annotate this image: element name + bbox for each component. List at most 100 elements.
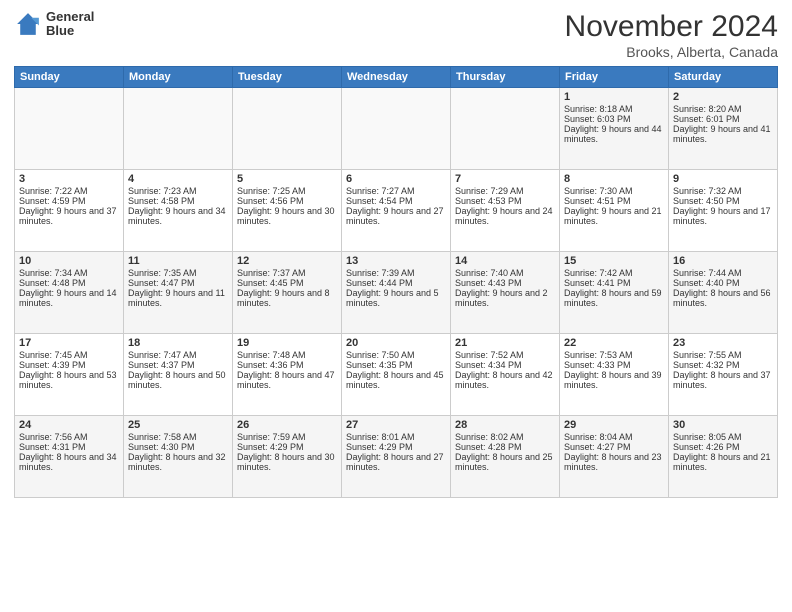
- sunset-text: Sunset: 4:29 PM: [346, 442, 446, 452]
- sunrise-text: Sunrise: 7:58 AM: [128, 432, 228, 442]
- calendar-cell: [451, 88, 560, 170]
- day-number: 25: [128, 419, 228, 431]
- calendar-cell: 12Sunrise: 7:37 AMSunset: 4:45 PMDayligh…: [233, 252, 342, 334]
- day-number: 19: [237, 337, 337, 349]
- sunrise-text: Sunrise: 7:45 AM: [19, 350, 119, 360]
- sunset-text: Sunset: 4:33 PM: [564, 360, 664, 370]
- calendar-cell: 3Sunrise: 7:22 AMSunset: 4:59 PMDaylight…: [15, 170, 124, 252]
- daylight-text: Daylight: 8 hours and 39 minutes.: [564, 370, 664, 390]
- sunrise-text: Sunrise: 7:44 AM: [673, 268, 773, 278]
- day-number: 24: [19, 419, 119, 431]
- sunset-text: Sunset: 4:44 PM: [346, 278, 446, 288]
- calendar-cell: 27Sunrise: 8:01 AMSunset: 4:29 PMDayligh…: [342, 416, 451, 498]
- calendar-cell: 22Sunrise: 7:53 AMSunset: 4:33 PMDayligh…: [560, 334, 669, 416]
- sunset-text: Sunset: 6:01 PM: [673, 114, 773, 124]
- sunrise-text: Sunrise: 7:59 AM: [237, 432, 337, 442]
- sunset-text: Sunset: 4:41 PM: [564, 278, 664, 288]
- day-number: 8: [564, 173, 664, 185]
- sunrise-text: Sunrise: 7:30 AM: [564, 186, 664, 196]
- sunrise-text: Sunrise: 7:50 AM: [346, 350, 446, 360]
- location: Brooks, Alberta, Canada: [565, 44, 778, 60]
- calendar-cell: [124, 88, 233, 170]
- calendar-cell: 10Sunrise: 7:34 AMSunset: 4:48 PMDayligh…: [15, 252, 124, 334]
- calendar-cell: 14Sunrise: 7:40 AMSunset: 4:43 PMDayligh…: [451, 252, 560, 334]
- day-number: 11: [128, 255, 228, 267]
- daylight-text: Daylight: 9 hours and 11 minutes.: [128, 288, 228, 308]
- sunrise-text: Sunrise: 7:34 AM: [19, 268, 119, 278]
- daylight-text: Daylight: 8 hours and 32 minutes.: [128, 452, 228, 472]
- daylight-text: Daylight: 8 hours and 53 minutes.: [19, 370, 119, 390]
- logo-line2: Blue: [46, 24, 94, 38]
- calendar-cell: 9Sunrise: 7:32 AMSunset: 4:50 PMDaylight…: [669, 170, 778, 252]
- sunset-text: Sunset: 4:58 PM: [128, 196, 228, 206]
- sunrise-text: Sunrise: 7:39 AM: [346, 268, 446, 278]
- sunset-text: Sunset: 4:50 PM: [673, 196, 773, 206]
- sunrise-text: Sunrise: 7:23 AM: [128, 186, 228, 196]
- day-header-tuesday: Tuesday: [233, 67, 342, 88]
- sunrise-text: Sunrise: 7:32 AM: [673, 186, 773, 196]
- daylight-text: Daylight: 8 hours and 30 minutes.: [237, 452, 337, 472]
- sunrise-text: Sunrise: 7:22 AM: [19, 186, 119, 196]
- day-number: 18: [128, 337, 228, 349]
- daylight-text: Daylight: 8 hours and 27 minutes.: [346, 452, 446, 472]
- daylight-text: Daylight: 8 hours and 21 minutes.: [673, 452, 773, 472]
- day-number: 28: [455, 419, 555, 431]
- daylight-text: Daylight: 9 hours and 30 minutes.: [237, 206, 337, 226]
- daylight-text: Daylight: 9 hours and 5 minutes.: [346, 288, 446, 308]
- sunrise-text: Sunrise: 8:01 AM: [346, 432, 446, 442]
- daylight-text: Daylight: 9 hours and 17 minutes.: [673, 206, 773, 226]
- daylight-text: Daylight: 9 hours and 27 minutes.: [346, 206, 446, 226]
- day-number: 26: [237, 419, 337, 431]
- calendar-cell: 2Sunrise: 8:20 AMSunset: 6:01 PMDaylight…: [669, 88, 778, 170]
- calendar-cell: 29Sunrise: 8:04 AMSunset: 4:27 PMDayligh…: [560, 416, 669, 498]
- sunrise-text: Sunrise: 8:20 AM: [673, 104, 773, 114]
- calendar-cell: 13Sunrise: 7:39 AMSunset: 4:44 PMDayligh…: [342, 252, 451, 334]
- week-row-3: 10Sunrise: 7:34 AMSunset: 4:48 PMDayligh…: [15, 252, 778, 334]
- calendar-cell: 1Sunrise: 8:18 AMSunset: 6:03 PMDaylight…: [560, 88, 669, 170]
- day-number: 17: [19, 337, 119, 349]
- logo-line1: General: [46, 10, 94, 24]
- day-number: 1: [564, 91, 664, 103]
- day-number: 10: [19, 255, 119, 267]
- calendar-cell: [15, 88, 124, 170]
- sunrise-text: Sunrise: 8:02 AM: [455, 432, 555, 442]
- calendar-cell: 4Sunrise: 7:23 AMSunset: 4:58 PMDaylight…: [124, 170, 233, 252]
- daylight-text: Daylight: 8 hours and 50 minutes.: [128, 370, 228, 390]
- day-number: 6: [346, 173, 446, 185]
- calendar-cell: [342, 88, 451, 170]
- day-header-sunday: Sunday: [15, 67, 124, 88]
- daylight-text: Daylight: 8 hours and 34 minutes.: [19, 452, 119, 472]
- daylight-text: Daylight: 9 hours and 14 minutes.: [19, 288, 119, 308]
- calendar-header-row: SundayMondayTuesdayWednesdayThursdayFrid…: [15, 67, 778, 88]
- sunset-text: Sunset: 4:39 PM: [19, 360, 119, 370]
- daylight-text: Daylight: 8 hours and 47 minutes.: [237, 370, 337, 390]
- day-number: 23: [673, 337, 773, 349]
- sunset-text: Sunset: 4:56 PM: [237, 196, 337, 206]
- week-row-4: 17Sunrise: 7:45 AMSunset: 4:39 PMDayligh…: [15, 334, 778, 416]
- title-block: November 2024 Brooks, Alberta, Canada: [565, 10, 778, 60]
- logo-text: General Blue: [46, 10, 94, 39]
- calendar-cell: 20Sunrise: 7:50 AMSunset: 4:35 PMDayligh…: [342, 334, 451, 416]
- calendar-cell: 7Sunrise: 7:29 AMSunset: 4:53 PMDaylight…: [451, 170, 560, 252]
- week-row-1: 1Sunrise: 8:18 AMSunset: 6:03 PMDaylight…: [15, 88, 778, 170]
- daylight-text: Daylight: 8 hours and 23 minutes.: [564, 452, 664, 472]
- day-header-saturday: Saturday: [669, 67, 778, 88]
- day-number: 14: [455, 255, 555, 267]
- page-container: General Blue November 2024 Brooks, Alber…: [0, 0, 792, 504]
- daylight-text: Daylight: 8 hours and 25 minutes.: [455, 452, 555, 472]
- sunrise-text: Sunrise: 7:56 AM: [19, 432, 119, 442]
- daylight-text: Daylight: 9 hours and 24 minutes.: [455, 206, 555, 226]
- sunset-text: Sunset: 4:27 PM: [564, 442, 664, 452]
- sunrise-text: Sunrise: 7:48 AM: [237, 350, 337, 360]
- daylight-text: Daylight: 8 hours and 45 minutes.: [346, 370, 446, 390]
- calendar-cell: 30Sunrise: 8:05 AMSunset: 4:26 PMDayligh…: [669, 416, 778, 498]
- day-number: 4: [128, 173, 228, 185]
- daylight-text: Daylight: 9 hours and 2 minutes.: [455, 288, 555, 308]
- sunrise-text: Sunrise: 7:35 AM: [128, 268, 228, 278]
- daylight-text: Daylight: 8 hours and 37 minutes.: [673, 370, 773, 390]
- day-number: 16: [673, 255, 773, 267]
- daylight-text: Daylight: 9 hours and 37 minutes.: [19, 206, 119, 226]
- sunset-text: Sunset: 4:45 PM: [237, 278, 337, 288]
- sunrise-text: Sunrise: 8:04 AM: [564, 432, 664, 442]
- sunrise-text: Sunrise: 7:37 AM: [237, 268, 337, 278]
